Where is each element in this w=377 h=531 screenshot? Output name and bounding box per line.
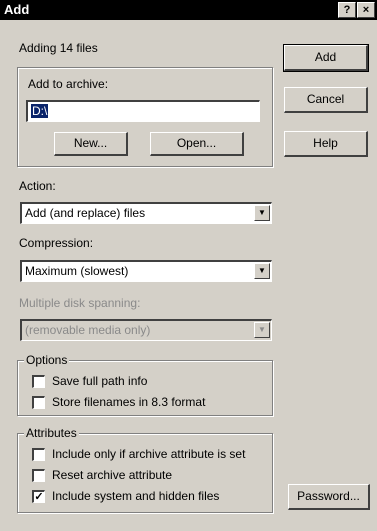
- password-button[interactable]: Password...: [288, 484, 370, 510]
- help-icon[interactable]: ?: [338, 2, 356, 18]
- status-text: Adding 14 files: [19, 41, 98, 55]
- archive-path-input[interactable]: D:\: [26, 100, 260, 122]
- system-hidden-checkbox[interactable]: ✓: [32, 490, 45, 503]
- chevron-down-icon[interactable]: ▼: [254, 263, 270, 279]
- compression-value: Maximum (slowest): [25, 264, 129, 278]
- archive-group: Add to archive: D:\ New... Open...: [17, 67, 273, 167]
- attributes-group-label: Attributes: [24, 426, 79, 440]
- archive-group-label: Add to archive:: [28, 77, 109, 91]
- reset-attr-label[interactable]: Reset archive attribute: [52, 468, 172, 482]
- options-group: Options Save full path info Store filena…: [17, 353, 273, 416]
- spanning-value: (removable media only): [25, 323, 151, 337]
- action-select[interactable]: Add (and replace) files ▼: [20, 202, 272, 224]
- store-83-label[interactable]: Store filenames in 8.3 format: [52, 395, 205, 409]
- window-title: Add: [4, 2, 30, 17]
- close-icon[interactable]: ×: [357, 2, 375, 18]
- title-bar: Add ? ×: [0, 0, 377, 20]
- help-button[interactable]: Help: [284, 131, 368, 157]
- options-group-label: Options: [24, 353, 70, 367]
- compression-select[interactable]: Maximum (slowest) ▼: [20, 260, 272, 282]
- action-label: Action:: [19, 179, 56, 193]
- check-icon: ✓: [34, 491, 44, 503]
- archive-attr-checkbox[interactable]: [32, 448, 45, 461]
- store-83-checkbox[interactable]: [32, 396, 45, 409]
- open-button[interactable]: Open...: [150, 132, 244, 156]
- attributes-group: Attributes Include only if archive attri…: [17, 426, 273, 513]
- cancel-button[interactable]: Cancel: [284, 87, 368, 113]
- chevron-down-icon[interactable]: ▼: [254, 205, 270, 221]
- archive-attr-label[interactable]: Include only if archive attribute is set: [52, 447, 245, 461]
- new-button[interactable]: New...: [54, 132, 128, 156]
- add-button[interactable]: Add: [283, 44, 369, 72]
- action-value: Add (and replace) files: [25, 206, 146, 220]
- compression-label: Compression:: [19, 236, 94, 250]
- spanning-select: (removable media only) ▼: [20, 319, 272, 341]
- system-hidden-label[interactable]: Include system and hidden files: [52, 489, 219, 503]
- reset-attr-checkbox[interactable]: [32, 469, 45, 482]
- spanning-label: Multiple disk spanning:: [19, 296, 141, 310]
- archive-path-value: D:\: [31, 104, 49, 118]
- chevron-down-icon: ▼: [254, 322, 270, 338]
- save-path-checkbox[interactable]: [32, 375, 45, 388]
- save-path-label[interactable]: Save full path info: [52, 374, 147, 388]
